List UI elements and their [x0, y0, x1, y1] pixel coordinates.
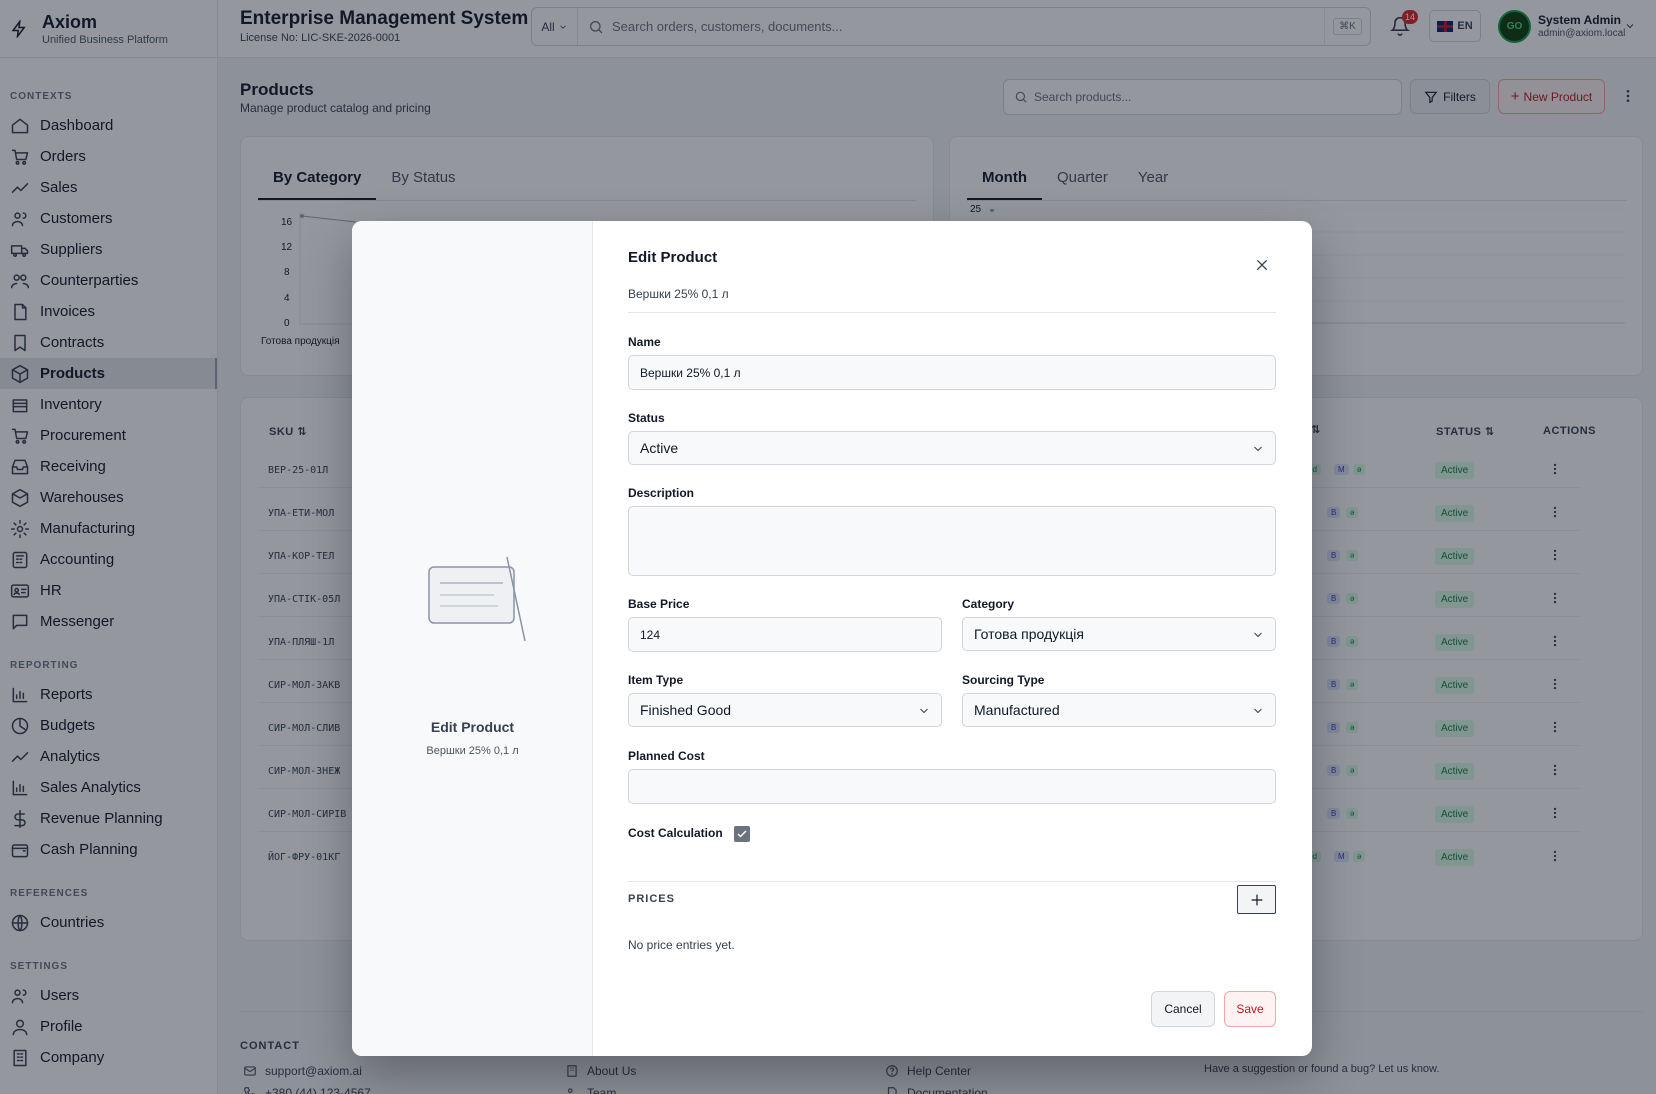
- cost-calculation-checkbox[interactable]: [734, 826, 750, 842]
- chevron-down-icon: [1254, 632, 1262, 638]
- save-button[interactable]: Save: [1224, 991, 1276, 1027]
- modal-illustration-panel: Edit Product Вершки 25% 0,1 л: [352, 221, 593, 1056]
- status-select-value: Active: [640, 440, 679, 456]
- category-select-value: Готова продукція: [974, 626, 1084, 642]
- modal-divider: [628, 312, 1276, 313]
- name-label: Name: [628, 335, 661, 349]
- item-type-select-value: Finished Good: [640, 702, 732, 718]
- add-price-button[interactable]: [1237, 885, 1276, 914]
- planned-cost-field[interactable]: [628, 769, 1276, 804]
- base-price-label: Base Price: [628, 597, 690, 611]
- status-label: Status: [628, 411, 665, 425]
- close-icon[interactable]: [1254, 257, 1270, 273]
- prices-heading: PRICES: [628, 893, 675, 905]
- description-label: Description: [628, 486, 695, 500]
- prices-divider: [628, 881, 1276, 882]
- modal-title: Edit Product: [628, 249, 718, 266]
- status-select[interactable]: Active: [628, 431, 1276, 465]
- sourcing-type-select[interactable]: Manufactured: [962, 693, 1276, 727]
- cancel-button[interactable]: Cancel: [1151, 991, 1215, 1027]
- chevron-down-icon: [1254, 446, 1262, 452]
- planned-cost-label: Planned Cost: [628, 749, 705, 763]
- base-price-field[interactable]: 124: [628, 617, 942, 652]
- illustration-subtitle: Вершки 25% 0,1 л: [426, 745, 519, 757]
- edit-product-modal: Edit Product Вершки 25% 0,1 л Edit Produ…: [352, 221, 1312, 1056]
- description-textarea[interactable]: [628, 506, 1276, 576]
- illustration-title: Edit Product: [430, 719, 515, 735]
- name-field[interactable]: Вершки 25% 0,1 л: [628, 355, 1276, 390]
- plus-icon: [1251, 894, 1262, 905]
- sourcing-type-label: Sourcing Type: [962, 673, 1045, 687]
- category-select[interactable]: Готова продукція: [962, 617, 1276, 651]
- no-prices-message: No price entries yet.: [628, 938, 735, 952]
- modal-subtitle: Вершки 25% 0,1 л: [628, 287, 729, 301]
- product-card-illustration-icon: [428, 556, 526, 642]
- item-type-select[interactable]: Finished Good: [628, 693, 942, 727]
- category-label: Category: [962, 597, 1015, 611]
- item-type-label: Item Type: [628, 673, 684, 687]
- chevron-down-icon: [920, 708, 928, 714]
- cost-calculation-label: Cost Calculation: [628, 826, 723, 840]
- sourcing-type-select-value: Manufactured: [974, 702, 1060, 718]
- chevron-down-icon: [1254, 708, 1262, 714]
- check-icon: [737, 830, 747, 838]
